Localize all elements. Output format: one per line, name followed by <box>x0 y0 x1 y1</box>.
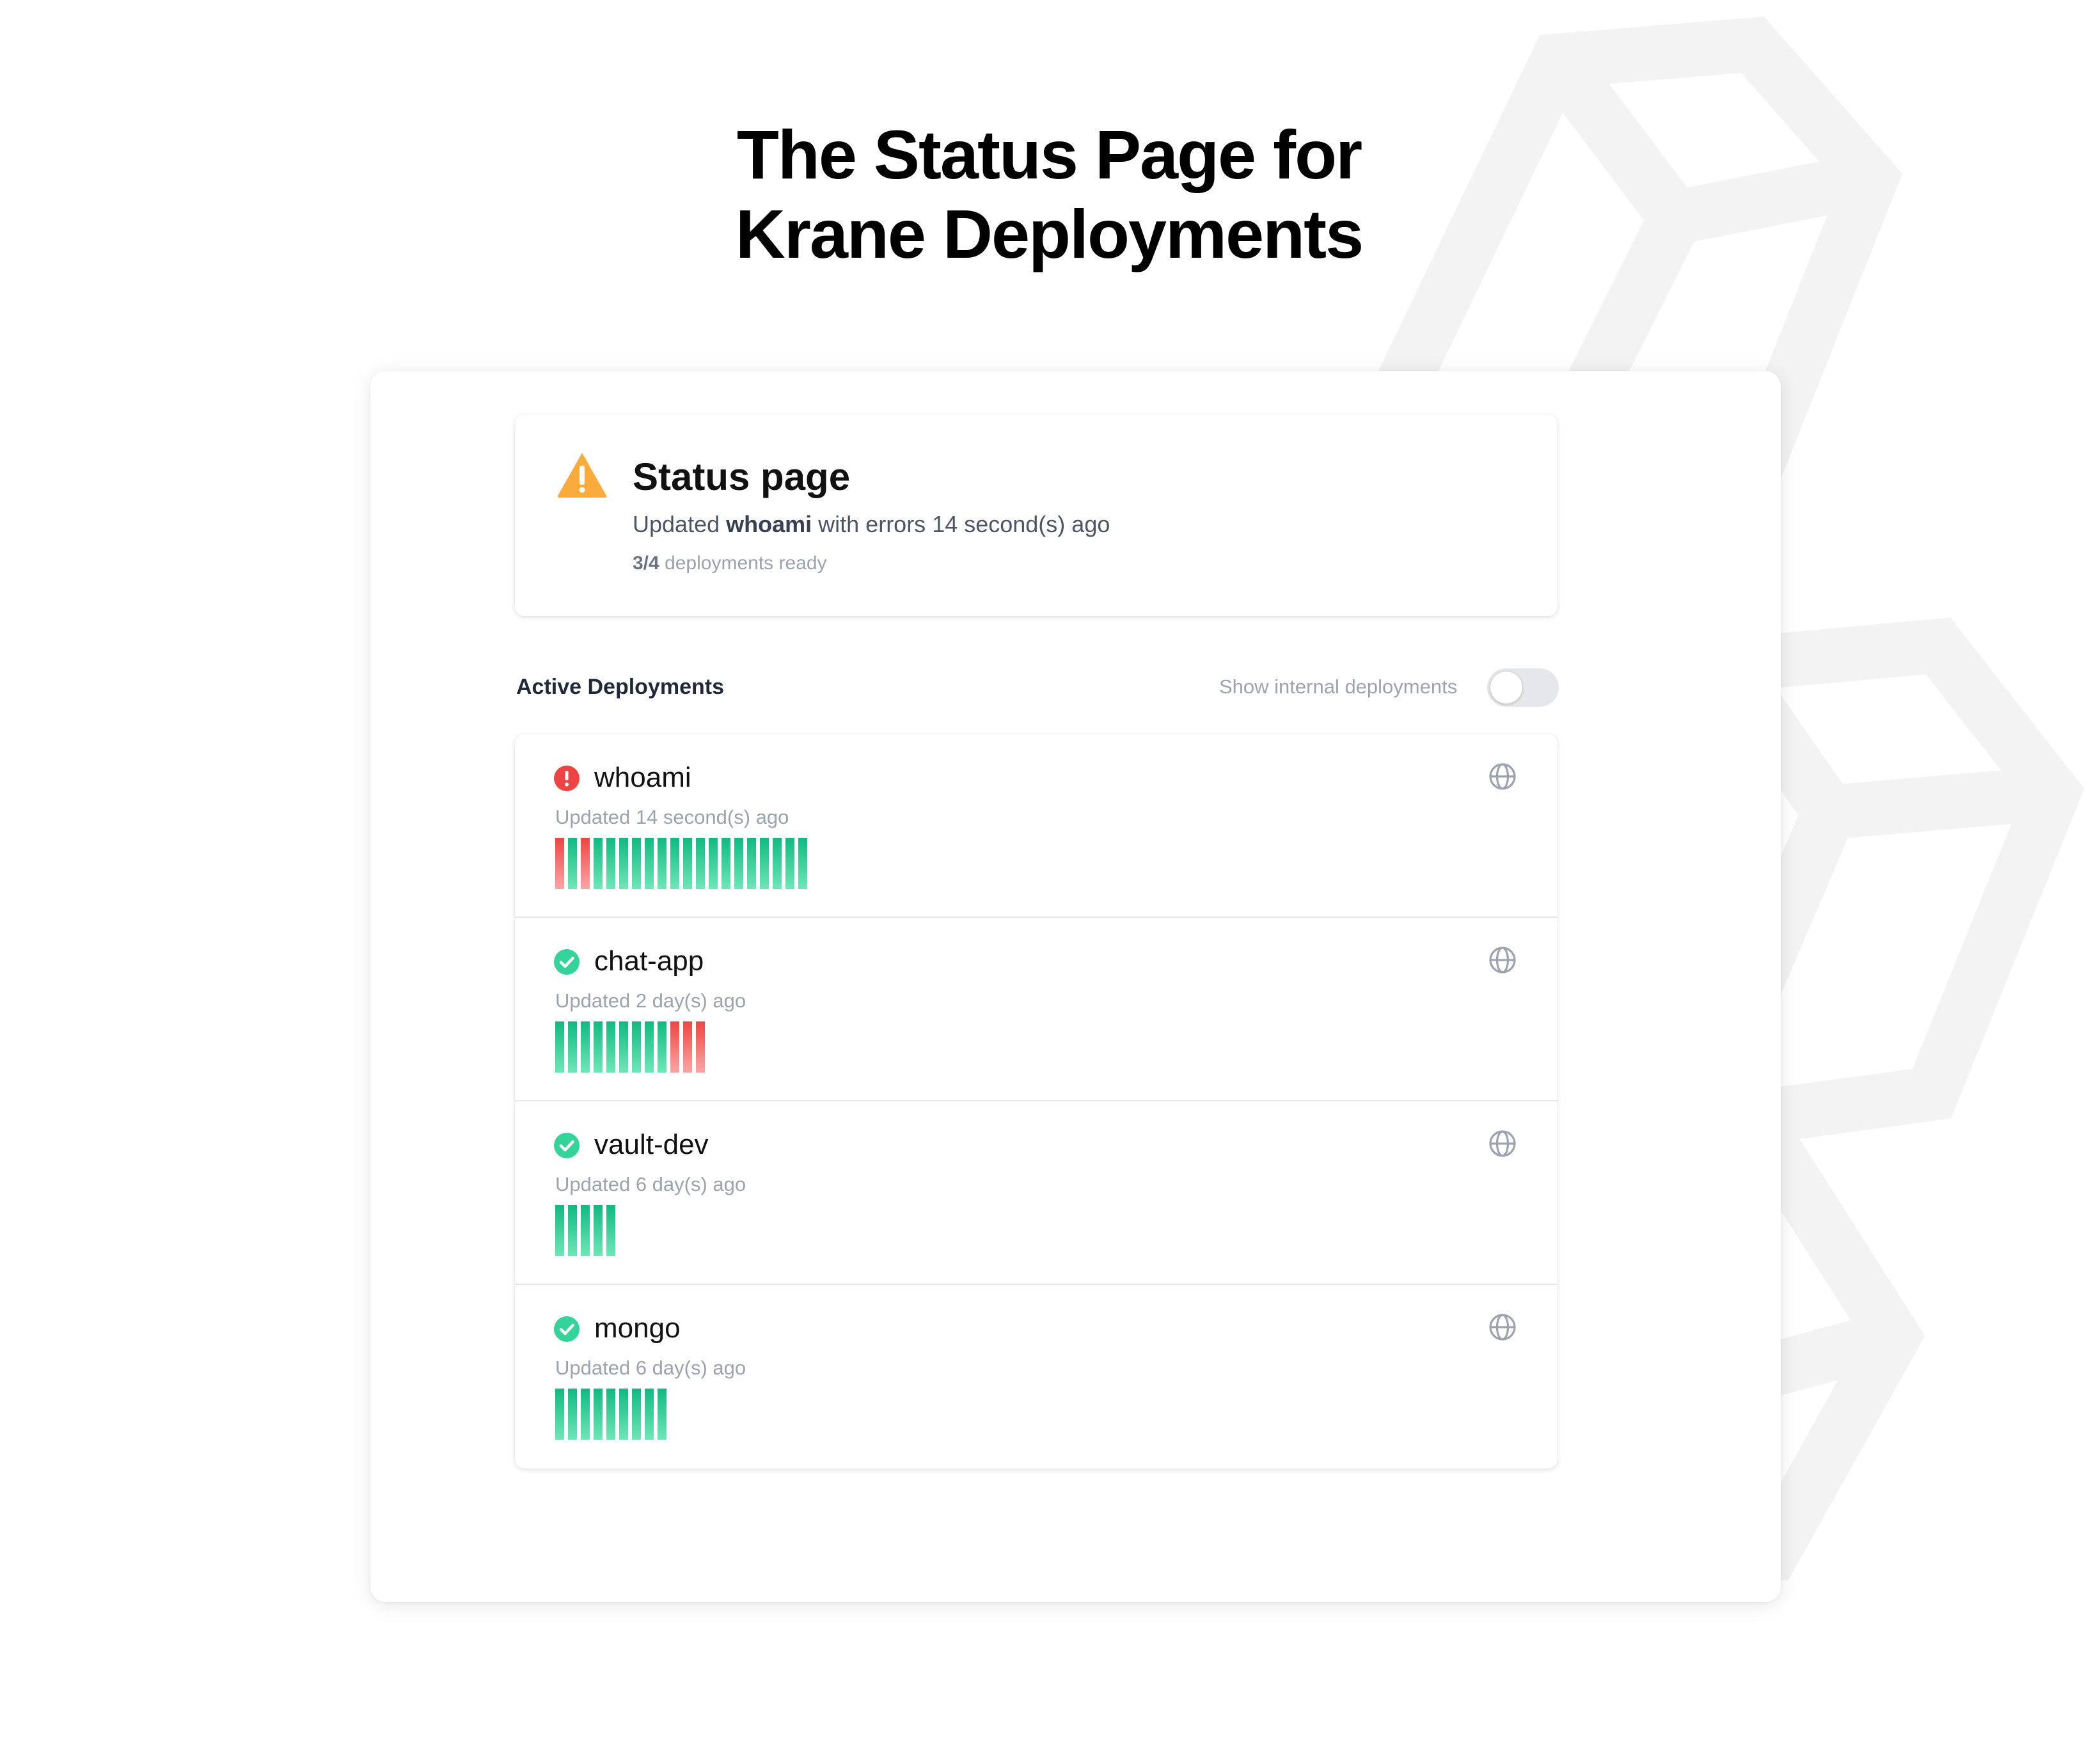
history-bar-ok <box>658 1021 666 1073</box>
check-circle-icon <box>554 1133 580 1158</box>
history-bar-ok <box>632 838 641 889</box>
hero-title-line-1: The Status Page for <box>736 116 1362 193</box>
update-deployment-name: whoami <box>726 511 812 537</box>
history-bar-ok <box>645 1021 654 1073</box>
update-suffix: with errors 14 second(s) ago <box>818 511 1110 537</box>
history-bar-error <box>696 1021 705 1073</box>
history-bar-ok <box>606 1389 615 1440</box>
error-status-icon <box>554 766 580 791</box>
deployment-updated: Updated 14 second(s) ago <box>555 806 789 828</box>
history-bar-ok <box>619 1389 628 1440</box>
history-bar-ok <box>632 1389 641 1440</box>
deployment-row-vault-dev[interactable]: vault-dev Updated 6 day(s) ago <box>515 1101 1558 1285</box>
status-page-title: Status page <box>633 455 851 498</box>
history-bar-ok <box>798 838 807 889</box>
warning-triangle-icon <box>557 453 607 498</box>
history-bar-ok <box>594 838 603 889</box>
deployment-name: whoami <box>594 762 691 793</box>
history-bar-ok <box>594 1021 603 1073</box>
history-bar-ok <box>555 1021 564 1073</box>
ready-fraction: 3/4 <box>633 553 659 574</box>
deployment-history-bars <box>555 1205 619 1256</box>
update-prefix: Updated <box>633 511 720 537</box>
history-bar-ok <box>734 838 743 889</box>
history-bar-error <box>581 838 590 889</box>
history-bar-ok <box>722 838 730 889</box>
history-bar-ok <box>773 838 782 889</box>
history-bar-ok <box>606 1205 615 1256</box>
deployment-row-chat-app[interactable]: chat-app Updated 2 day(s) ago <box>515 918 1558 1101</box>
history-bar-ok <box>594 1205 603 1256</box>
deployment-updated: Updated 2 day(s) ago <box>555 989 746 1012</box>
show-internal-toggle-label: Show internal deployments <box>1219 675 1458 698</box>
status-summary-card: Status page Updated whoami with errors 1… <box>515 414 1558 616</box>
history-bar-error <box>555 838 564 889</box>
history-bar-ok <box>555 1389 564 1440</box>
history-bar-ok <box>747 838 756 889</box>
history-bar-ok <box>760 838 769 889</box>
deployment-name: mongo <box>594 1312 681 1344</box>
history-bar-ok <box>709 838 718 889</box>
active-deployments-heading: Active Deployments <box>516 675 724 699</box>
show-internal-toggle[interactable] <box>1487 668 1559 707</box>
toggle-knob <box>1490 672 1522 704</box>
history-bar-ok <box>568 838 577 889</box>
history-bar-error <box>670 1021 679 1073</box>
history-bar-ok <box>619 1021 628 1073</box>
hero-title: The Status Page for Krane Deployments <box>0 115 2098 274</box>
deployment-updated: Updated 6 day(s) ago <box>555 1357 746 1379</box>
deployment-updated: Updated 6 day(s) ago <box>555 1173 746 1195</box>
history-bar-ok <box>658 1389 666 1440</box>
history-bar-ok <box>645 1389 654 1440</box>
history-bar-ok <box>555 1205 564 1256</box>
status-update-message: Updated whoami with errors 14 second(s) … <box>633 510 1110 539</box>
globe-icon[interactable] <box>1487 1128 1518 1159</box>
hero-title-line-2: Krane Deployments <box>735 195 1364 272</box>
deployment-history-bars <box>555 1021 709 1073</box>
deployment-history-bars <box>555 838 811 889</box>
history-bar-ok <box>568 1205 577 1256</box>
history-bar-ok <box>658 838 666 889</box>
check-circle-icon <box>554 949 580 975</box>
history-bar-ok <box>785 838 794 889</box>
history-bar-error <box>683 1021 692 1073</box>
history-bar-ok <box>568 1389 577 1440</box>
history-bar-ok <box>619 838 628 889</box>
globe-icon[interactable] <box>1487 945 1518 975</box>
check-circle-icon <box>554 1316 580 1342</box>
history-bar-ok <box>670 838 679 889</box>
history-bar-ok <box>568 1021 577 1073</box>
history-bar-ok <box>581 1021 590 1073</box>
globe-icon[interactable] <box>1487 761 1518 792</box>
history-bar-ok <box>632 1021 641 1073</box>
deployment-list: whoami Updated 14 second(s) ago chat-app… <box>515 734 1558 1469</box>
history-bar-ok <box>645 838 654 889</box>
history-bar-ok <box>581 1389 590 1440</box>
deployments-ready-count: 3/4 deployments ready <box>633 551 827 576</box>
deployment-name: vault-dev <box>594 1129 709 1160</box>
history-bar-ok <box>683 838 692 889</box>
ready-text: deployments ready <box>665 553 827 574</box>
history-bar-ok <box>606 838 615 889</box>
deployment-history-bars <box>555 1389 670 1440</box>
history-bar-ok <box>696 838 705 889</box>
history-bar-ok <box>581 1205 590 1256</box>
deployment-row-whoami[interactable]: whoami Updated 14 second(s) ago <box>515 734 1558 918</box>
globe-icon[interactable] <box>1487 1312 1518 1343</box>
deployment-name: chat-app <box>594 945 704 977</box>
deployment-row-mongo[interactable]: mongo Updated 6 day(s) ago <box>515 1285 1558 1469</box>
history-bar-ok <box>606 1021 615 1073</box>
history-bar-ok <box>594 1389 603 1440</box>
